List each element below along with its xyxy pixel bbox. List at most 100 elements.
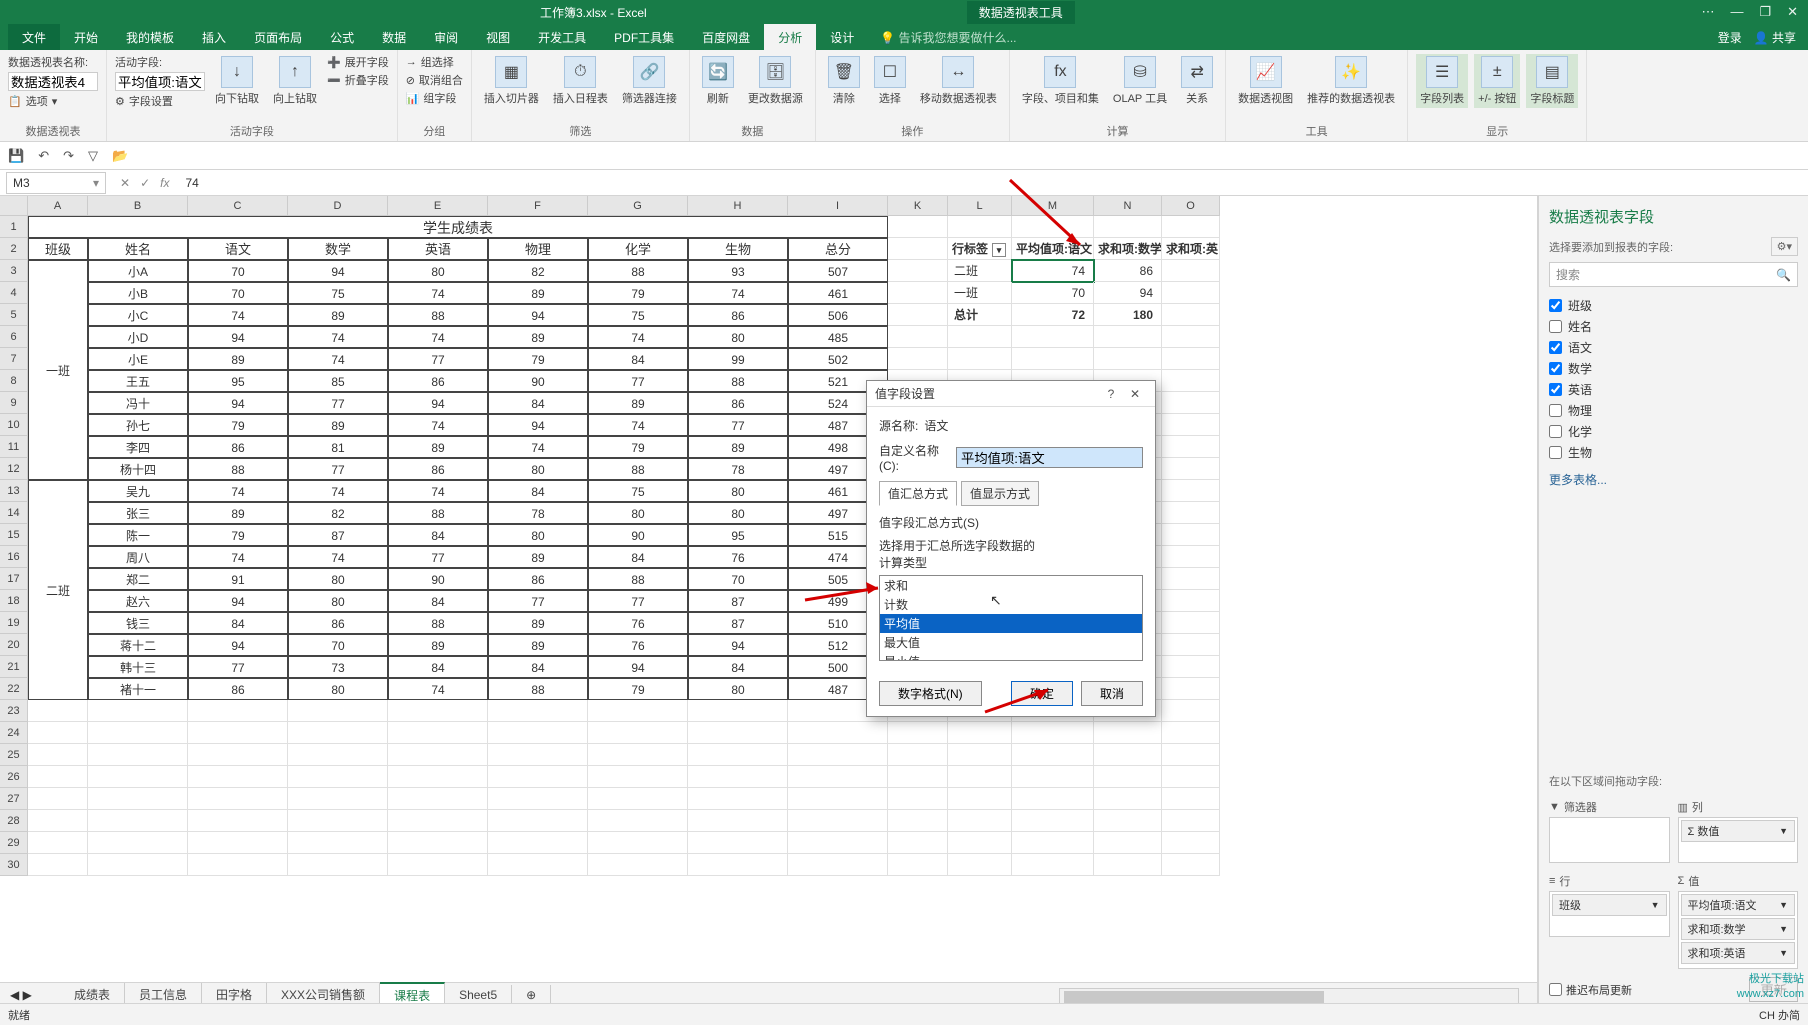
- field-checkbox[interactable]: 班级: [1549, 295, 1798, 316]
- cell[interactable]: [688, 810, 788, 832]
- cancel-button[interactable]: 取消: [1081, 681, 1143, 706]
- row-header[interactable]: 7: [0, 348, 28, 370]
- data-cell[interactable]: 485: [788, 326, 888, 348]
- cell[interactable]: [88, 744, 188, 766]
- ribbon-tab-视图[interactable]: 视图: [472, 24, 524, 50]
- cell[interactable]: [788, 854, 888, 876]
- data-cell[interactable]: 小E: [88, 348, 188, 370]
- cell[interactable]: [788, 744, 888, 766]
- data-cell[interactable]: 87: [688, 590, 788, 612]
- data-cell[interactable]: 70: [288, 634, 388, 656]
- data-cell[interactable]: 89: [488, 612, 588, 634]
- calc-option[interactable]: 最大值: [880, 633, 1142, 652]
- data-cell[interactable]: 99: [688, 348, 788, 370]
- cell[interactable]: [1162, 436, 1220, 458]
- data-cell[interactable]: 杨十四: [88, 458, 188, 480]
- data-cell[interactable]: 钱三: [88, 612, 188, 634]
- dialog-close-button[interactable]: ✕: [1123, 387, 1147, 401]
- cell[interactable]: [28, 722, 88, 744]
- cell[interactable]: [948, 722, 1012, 744]
- calc-option[interactable]: 平均值: [880, 614, 1142, 633]
- cell[interactable]: [588, 700, 688, 722]
- data-cell[interactable]: 84: [488, 656, 588, 678]
- cell[interactable]: [88, 722, 188, 744]
- data-cell[interactable]: 赵六: [88, 590, 188, 612]
- cell[interactable]: [888, 744, 948, 766]
- cell[interactable]: [1012, 326, 1094, 348]
- ungroup-button[interactable]: ⊘ 取消组合: [406, 72, 463, 88]
- cell[interactable]: [188, 766, 288, 788]
- data-cell[interactable]: 89: [488, 634, 588, 656]
- row-header[interactable]: 24: [0, 722, 28, 744]
- data-cell[interactable]: 94: [688, 634, 788, 656]
- cell[interactable]: [888, 260, 948, 282]
- column-header[interactable]: F: [488, 196, 588, 216]
- cell[interactable]: [788, 766, 888, 788]
- cell[interactable]: [288, 810, 388, 832]
- cell[interactable]: [288, 700, 388, 722]
- row-header[interactable]: 27: [0, 788, 28, 810]
- defer-layout-checkbox[interactable]: [1549, 983, 1562, 996]
- cell[interactable]: [1012, 854, 1094, 876]
- ribbon-options-icon[interactable]: ⋯: [1701, 4, 1714, 20]
- redo-icon[interactable]: ↷: [63, 148, 74, 164]
- minimize-button[interactable]: —: [1730, 4, 1743, 20]
- row-header[interactable]: 30: [0, 854, 28, 876]
- cell[interactable]: [1162, 568, 1220, 590]
- pivotchart-button[interactable]: 📈数据透视图: [1234, 54, 1297, 108]
- insert-timeline-button[interactable]: ⏱插入日程表: [549, 54, 612, 108]
- cell[interactable]: [388, 722, 488, 744]
- row-header[interactable]: 15: [0, 524, 28, 546]
- row-header[interactable]: 5: [0, 304, 28, 326]
- data-cell[interactable]: 94: [288, 260, 388, 282]
- enter-formula-icon[interactable]: ✓: [140, 176, 150, 190]
- data-cell[interactable]: 84: [488, 480, 588, 502]
- column-header[interactable]: I: [788, 196, 888, 216]
- data-cell[interactable]: 77: [688, 414, 788, 436]
- group-field-button[interactable]: 📊 组字段: [406, 90, 463, 106]
- cell[interactable]: [948, 216, 1012, 238]
- values-area[interactable]: 平均值项:语文▼求和项:数学▼求和项:英语▼: [1678, 891, 1799, 969]
- cell[interactable]: [888, 282, 948, 304]
- data-cell[interactable]: 86: [188, 436, 288, 458]
- data-cell[interactable]: 91: [188, 568, 288, 590]
- table-header[interactable]: 化学: [588, 238, 688, 260]
- cell[interactable]: [1012, 348, 1094, 370]
- cell[interactable]: [688, 788, 788, 810]
- data-cell[interactable]: 88: [588, 260, 688, 282]
- cell[interactable]: [388, 832, 488, 854]
- cell[interactable]: [1162, 282, 1220, 304]
- data-cell[interactable]: 80: [488, 458, 588, 480]
- ribbon-tab-数据[interactable]: 数据: [368, 24, 420, 50]
- filter-connections-button[interactable]: 🔗筛选器连接: [618, 54, 681, 108]
- column-header[interactable]: D: [288, 196, 388, 216]
- ok-button[interactable]: 确定: [1011, 681, 1073, 706]
- data-cell[interactable]: 79: [588, 678, 688, 700]
- ime-indicator[interactable]: CH 办简: [1759, 1007, 1800, 1023]
- area-item[interactable]: 求和项:数学▼: [1681, 918, 1796, 940]
- cell[interactable]: [388, 744, 488, 766]
- data-cell[interactable]: 81: [288, 436, 388, 458]
- worksheet-grid[interactable]: ABCDEFGHIKLMNO 1234567891011121314151617…: [0, 196, 1538, 1006]
- cell[interactable]: [1012, 832, 1094, 854]
- area-item[interactable]: 平均值项:语文▼: [1681, 894, 1796, 916]
- row-header[interactable]: 1: [0, 216, 28, 238]
- cell[interactable]: [1162, 634, 1220, 656]
- data-cell[interactable]: 87: [288, 524, 388, 546]
- fx-icon[interactable]: fx: [160, 176, 169, 190]
- pivot-total[interactable]: 180: [1094, 304, 1162, 326]
- data-cell[interactable]: 89: [688, 436, 788, 458]
- row-header[interactable]: 26: [0, 766, 28, 788]
- data-cell[interactable]: 蒋十二: [88, 634, 188, 656]
- row-header[interactable]: 17: [0, 568, 28, 590]
- cell[interactable]: [1162, 480, 1220, 502]
- row-header[interactable]: 8: [0, 370, 28, 392]
- data-cell[interactable]: 86: [488, 568, 588, 590]
- data-cell[interactable]: 80: [288, 678, 388, 700]
- data-cell[interactable]: 89: [288, 414, 388, 436]
- data-cell[interactable]: 74: [188, 304, 288, 326]
- olap-tools-button[interactable]: ⛁OLAP 工具: [1109, 54, 1171, 108]
- data-cell[interactable]: 84: [188, 612, 288, 634]
- cell[interactable]: [1094, 788, 1162, 810]
- data-cell[interactable]: 70: [188, 260, 288, 282]
